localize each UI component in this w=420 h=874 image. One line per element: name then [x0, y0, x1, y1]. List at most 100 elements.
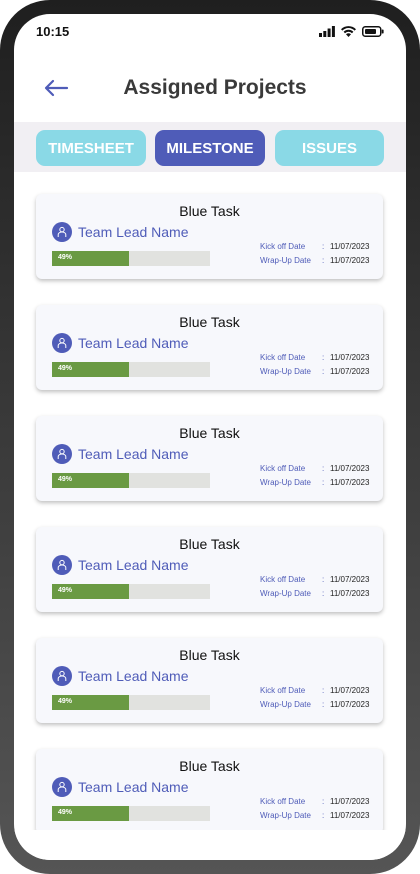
wrapup-date: 11/07/2023 [330, 589, 370, 598]
project-card[interactable]: Blue Task Team Lead Name 49% Kick off Da… [36, 305, 383, 390]
team-lead-avatar-icon [52, 444, 72, 464]
battery-icon [362, 26, 384, 37]
person-icon [57, 448, 67, 459]
progress-bar: 49% [52, 584, 210, 599]
wrapup-date: 11/07/2023 [330, 478, 370, 487]
project-title: Blue Task [179, 536, 240, 552]
page-title: Assigned Projects [123, 76, 307, 99]
kickoff-row: Kick off Date : 11/07/2023 [260, 686, 380, 700]
tab-milestone[interactable]: MILESTONE [155, 130, 265, 166]
kickoff-date: 11/07/2023 [330, 686, 370, 695]
progress-bar: 49% [52, 473, 210, 488]
team-lead-avatar-icon [52, 555, 72, 575]
tab-timesheet[interactable]: TIMESHEET [36, 130, 146, 166]
kickoff-date: 11/07/2023 [330, 242, 370, 251]
project-card[interactable]: Blue Task Team Lead Name 49% Kick off Da… [36, 749, 383, 834]
wrapup-separator: : [322, 256, 325, 265]
wrapup-separator: : [322, 478, 325, 487]
kickoff-label: Kick off Date [260, 686, 306, 695]
wrapup-row: Wrap-Up Date : 11/07/2023 [260, 256, 380, 270]
progress-label: 49% [58, 587, 73, 594]
home-indicator-area [14, 830, 406, 860]
project-card[interactable]: Blue Task Team Lead Name 49% Kick off Da… [36, 527, 383, 612]
kickoff-separator: : [322, 353, 325, 362]
project-title: Blue Task [179, 758, 240, 774]
team-lead-name: Team Lead Name [78, 779, 189, 795]
kickoff-label: Kick off Date [260, 242, 306, 251]
signal-icon [319, 26, 335, 37]
wrapup-date: 11/07/2023 [330, 367, 370, 376]
project-card[interactable]: Blue Task Team Lead Name 49% Kick off Da… [36, 638, 383, 723]
progress-fill: 49% [52, 362, 130, 377]
wrapup-date: 11/07/2023 [330, 700, 370, 709]
person-icon [57, 226, 67, 237]
team-lead-name: Team Lead Name [78, 224, 189, 240]
project-title: Blue Task [179, 314, 240, 330]
progress-label: 49% [58, 254, 73, 261]
wrapup-label: Wrap-Up Date [260, 811, 311, 820]
kickoff-label: Kick off Date [260, 353, 306, 362]
person-icon [57, 559, 67, 570]
project-title: Blue Task [179, 203, 240, 219]
kickoff-row: Kick off Date : 11/07/2023 [260, 464, 380, 478]
team-lead-name: Team Lead Name [78, 446, 189, 462]
wrapup-separator: : [322, 367, 325, 376]
phone-screen: 10:15 Assigned Projects TIMESHEET MILEST… [14, 14, 406, 860]
progress-fill: 49% [52, 251, 130, 266]
person-icon [57, 781, 67, 792]
team-lead-avatar-icon [52, 333, 72, 353]
phone-frame: 10:15 Assigned Projects TIMESHEET MILEST… [0, 0, 420, 874]
kickoff-separator: : [322, 797, 325, 806]
kickoff-separator: : [322, 464, 325, 473]
wrapup-label: Wrap-Up Date [260, 256, 311, 265]
status-time: 10:15 [36, 24, 70, 39]
wrapup-label: Wrap-Up Date [260, 478, 311, 487]
kickoff-row: Kick off Date : 11/07/2023 [260, 242, 380, 256]
status-bar: 10:15 [14, 14, 406, 50]
project-dates: Kick off Date : 11/07/2023 Wrap-Up Date … [260, 353, 380, 381]
progress-label: 49% [58, 365, 73, 372]
status-icons [319, 26, 384, 37]
kickoff-separator: : [322, 242, 325, 251]
team-lead-avatar-icon [52, 666, 72, 686]
kickoff-date: 11/07/2023 [330, 797, 370, 806]
wrapup-label: Wrap-Up Date [260, 367, 311, 376]
kickoff-separator: : [322, 686, 325, 695]
person-icon [57, 670, 67, 681]
project-card[interactable]: Blue Task Team Lead Name 49% Kick off Da… [36, 194, 383, 279]
kickoff-label: Kick off Date [260, 797, 306, 806]
project-dates: Kick off Date : 11/07/2023 Wrap-Up Date … [260, 575, 380, 603]
team-lead-name: Team Lead Name [78, 335, 189, 351]
progress-bar: 49% [52, 806, 210, 821]
project-card[interactable]: Blue Task Team Lead Name 49% Kick off Da… [36, 416, 383, 501]
progress-fill: 49% [52, 806, 130, 821]
kickoff-row: Kick off Date : 11/07/2023 [260, 353, 380, 367]
wrapup-label: Wrap-Up Date [260, 589, 311, 598]
progress-bar: 49% [52, 362, 210, 377]
person-icon [57, 337, 67, 348]
wrapup-row: Wrap-Up Date : 11/07/2023 [260, 589, 380, 603]
project-title: Blue Task [179, 647, 240, 663]
kickoff-label: Kick off Date [260, 575, 306, 584]
wrapup-date: 11/07/2023 [330, 256, 370, 265]
project-title: Blue Task [179, 425, 240, 441]
wrapup-label: Wrap-Up Date [260, 700, 311, 709]
progress-label: 49% [58, 809, 73, 816]
tab-issues[interactable]: ISSUES [275, 130, 384, 166]
kickoff-row: Kick off Date : 11/07/2023 [260, 797, 380, 811]
team-lead-name: Team Lead Name [78, 668, 189, 684]
wrapup-separator: : [322, 700, 325, 709]
wrapup-separator: : [322, 589, 325, 598]
progress-fill: 49% [52, 584, 130, 599]
kickoff-date: 11/07/2023 [330, 575, 370, 584]
wrapup-row: Wrap-Up Date : 11/07/2023 [260, 367, 380, 381]
progress-bar: 49% [52, 695, 210, 710]
wrapup-separator: : [322, 811, 325, 820]
kickoff-date: 11/07/2023 [330, 353, 370, 362]
progress-fill: 49% [52, 473, 130, 488]
progress-label: 49% [58, 476, 73, 483]
app-header: Assigned Projects [14, 70, 406, 106]
progress-label: 49% [58, 698, 73, 705]
wrapup-row: Wrap-Up Date : 11/07/2023 [260, 811, 380, 825]
tab-bar: TIMESHEET MILESTONE ISSUES [14, 122, 406, 172]
